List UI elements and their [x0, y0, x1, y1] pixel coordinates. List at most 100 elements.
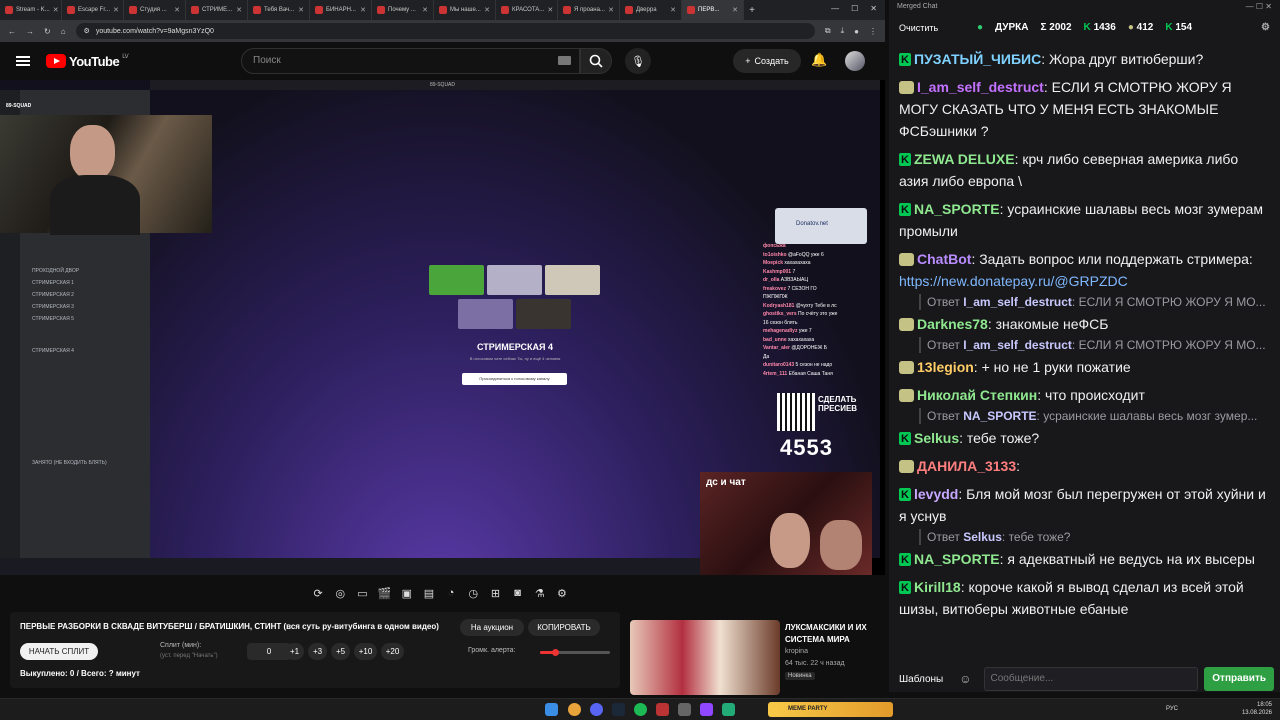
- tab-close-icon[interactable]: ✕: [360, 6, 366, 14]
- theater-icon[interactable]: ▣: [399, 585, 415, 602]
- add-icon[interactable]: ⊞: [487, 585, 503, 602]
- browser-tab[interactable]: Дверра ✕: [620, 0, 682, 20]
- tab-close-icon[interactable]: ✕: [298, 6, 304, 14]
- add-3-button[interactable]: +3: [308, 643, 327, 660]
- start-icon[interactable]: [545, 703, 558, 716]
- copy-button[interactable]: КОПИРОВАТЬ: [528, 619, 600, 636]
- browser-tab[interactable]: БИНАРН... ✕: [310, 0, 372, 20]
- notifications-bell-icon[interactable]: 🔔: [811, 52, 827, 68]
- chat-username[interactable]: Kirill18: [914, 579, 961, 595]
- browser-tab[interactable]: Escape Fr... ✕: [62, 0, 124, 20]
- keyboard-icon[interactable]: [558, 56, 571, 65]
- chat-username[interactable]: I_am_self_destruct: [917, 79, 1044, 95]
- chat-username[interactable]: levydd: [914, 486, 958, 502]
- tab-close-icon[interactable]: ✕: [53, 6, 59, 14]
- video-player[interactable]: 89-SQUAD 89-SQUAD ПРОХОДНОЙ ДВОР СТРИМЕРС…: [0, 80, 885, 575]
- hamburger-menu-icon[interactable]: [16, 56, 30, 66]
- chat-username[interactable]: ZEWA DELUXE: [914, 151, 1015, 167]
- maximize-icon[interactable]: ☐: [851, 4, 858, 13]
- create-button[interactable]: + Создать: [733, 49, 801, 73]
- recommended-video[interactable]: ЛУКСМАКСИКИ И ИХ СИСТЕМА МИРА kropina 64…: [630, 620, 885, 695]
- steam-icon[interactable]: [612, 703, 625, 716]
- chat-link[interactable]: https://new.donatepay.ru/@GRPZDC: [899, 273, 1128, 289]
- chat-username[interactable]: ChatBot: [917, 251, 971, 267]
- tab-close-icon[interactable]: ✕: [608, 6, 614, 14]
- minimize-icon[interactable]: —: [831, 4, 839, 13]
- search-button[interactable]: [580, 48, 612, 74]
- system-clock[interactable]: 18:05 13.08.2026: [1242, 701, 1272, 717]
- loop-icon[interactable]: ⟳: [310, 585, 326, 602]
- auction-button[interactable]: На аукцион: [460, 619, 524, 636]
- maximize-icon[interactable]: ☐: [1256, 2, 1265, 11]
- downloads-icon[interactable]: ⤓: [841, 26, 845, 36]
- browser-tab[interactable]: Мы наше... ✕: [434, 0, 496, 20]
- tab-close-icon[interactable]: ✕: [422, 6, 428, 14]
- add-10-button[interactable]: +10: [354, 643, 377, 660]
- browser-tab[interactable]: Почему ... ✕: [372, 0, 434, 20]
- start-split-button[interactable]: НАЧАТЬ СПЛИТ: [20, 643, 98, 660]
- miniplayer-icon[interactable]: ▤: [421, 585, 437, 602]
- discord-icon[interactable]: [590, 703, 603, 716]
- chat-username[interactable]: Николай Степкин: [917, 387, 1037, 403]
- recommended-title[interactable]: ЛУКСМАКСИКИ И ИХ СИСТЕМА МИРА: [785, 622, 885, 646]
- chat-username[interactable]: NA_SPORTE: [914, 551, 1000, 567]
- alert-volume-slider[interactable]: [540, 649, 610, 656]
- settings-icon[interactable]: ⚙: [554, 585, 570, 602]
- clear-chat-button[interactable]: Очистить: [899, 23, 938, 33]
- reload-icon[interactable]: ↻: [44, 27, 51, 36]
- tab-close-icon[interactable]: ✕: [670, 6, 676, 14]
- channel-name[interactable]: kropina: [785, 648, 808, 655]
- url-field[interactable]: ⚙ youtube.com/watch?v=9aMgsn3YzQ0: [75, 23, 815, 39]
- add-1-button[interactable]: +1: [285, 643, 304, 660]
- site-info-icon[interactable]: ⚙: [84, 27, 90, 35]
- chat-username[interactable]: Selkus: [914, 430, 959, 446]
- emoji-icon[interactable]: ☺: [953, 672, 977, 686]
- add-20-button[interactable]: +20: [381, 643, 404, 660]
- flask-icon[interactable]: ⚗: [532, 585, 548, 602]
- browser-tab[interactable]: Я проана... ✕: [558, 0, 620, 20]
- app-icon[interactable]: [700, 703, 713, 716]
- chat-username[interactable]: ДАНИЛА_3133: [917, 458, 1016, 474]
- chat-username[interactable]: NA_SPORTE: [914, 201, 1000, 217]
- tab-close-icon[interactable]: ✕: [484, 6, 490, 14]
- browser-tab[interactable]: ПЕРВ... ✕: [682, 0, 744, 20]
- subtitles-icon[interactable]: ▭: [354, 585, 370, 602]
- forward-icon[interactable]: →: [26, 27, 34, 36]
- browser-tab[interactable]: Тебя Вач... ✕: [248, 0, 310, 20]
- clapper-icon[interactable]: 🎬: [377, 585, 393, 602]
- language-indicator[interactable]: РУС: [1166, 706, 1178, 712]
- profile-icon[interactable]: ●: [854, 27, 859, 36]
- close-icon[interactable]: ✕: [870, 4, 877, 13]
- app-icon[interactable]: [722, 703, 735, 716]
- tab-close-icon[interactable]: ✕: [236, 6, 242, 14]
- back-icon[interactable]: ←: [8, 27, 16, 36]
- tab-close-icon[interactable]: ✕: [174, 6, 180, 14]
- close-icon[interactable]: ✕: [1265, 2, 1272, 11]
- home-icon[interactable]: ⌂: [61, 27, 66, 36]
- youtube-logo[interactable]: YouTube LV: [46, 54, 129, 69]
- browser-tab[interactable]: Студия ... ✕: [124, 0, 186, 20]
- chat-username[interactable]: ПУЗАТЫЙ_ЧИБИС: [914, 51, 1041, 67]
- tab-close-icon[interactable]: ✕: [547, 6, 553, 14]
- video-thumbnail[interactable]: [630, 620, 780, 695]
- spotify-icon[interactable]: [634, 703, 647, 716]
- menu-icon[interactable]: ⋮: [869, 27, 877, 36]
- browser-tab[interactable]: КРАСОТА... ✕: [496, 0, 558, 20]
- send-button[interactable]: Отправить: [1204, 667, 1274, 691]
- chat-settings-icon[interactable]: ⚙: [1261, 22, 1270, 33]
- history-icon[interactable]: ◷: [465, 585, 481, 602]
- chat-username[interactable]: Darknes78: [917, 316, 988, 332]
- browser-tab[interactable]: СТРИМЕ... ✕: [186, 0, 248, 20]
- meme-party-widget[interactable]: MEME PARTY: [768, 702, 893, 717]
- app-icon[interactable]: [656, 703, 669, 716]
- speed-icon[interactable]: ◔: [443, 585, 459, 602]
- tab-close-icon[interactable]: ✕: [113, 6, 119, 14]
- voice-search-button[interactable]: 🎙: [625, 48, 651, 74]
- broadcast-icon[interactable]: ◎: [332, 585, 348, 602]
- app-icon[interactable]: [678, 703, 691, 716]
- chrome-icon[interactable]: [568, 703, 581, 716]
- new-tab-button[interactable]: +: [744, 5, 760, 16]
- volume-knob[interactable]: [552, 649, 560, 656]
- message-input[interactable]: Сообщение...: [983, 667, 1199, 691]
- templates-button[interactable]: Шаблоны: [895, 670, 947, 689]
